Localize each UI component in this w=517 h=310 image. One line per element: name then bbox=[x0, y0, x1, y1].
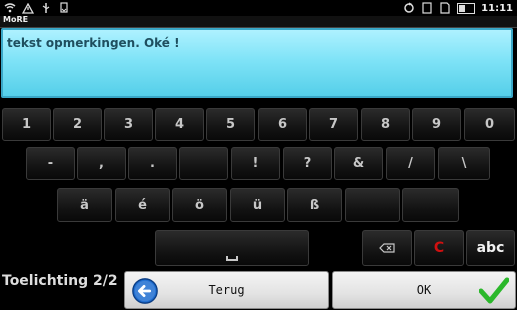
status-left bbox=[4, 1, 70, 15]
key-exclamation[interactable]: ! bbox=[231, 147, 280, 180]
back-button[interactable]: Terug bbox=[124, 271, 329, 309]
key-e-acute[interactable]: é bbox=[115, 188, 170, 222]
key-5[interactable]: 5 bbox=[206, 108, 255, 141]
bottom-bar: Toelichting 2/2 Terug OK bbox=[0, 268, 517, 310]
abc-mode-key[interactable]: abc bbox=[466, 230, 515, 266]
keyboard: 1 2 3 4 5 6 7 8 9 0 - , . ! ? & / \ ä é … bbox=[0, 102, 517, 268]
key-slash[interactable]: / bbox=[386, 147, 435, 180]
key-ampersand[interactable]: & bbox=[334, 147, 383, 180]
key-blank-row3-a[interactable] bbox=[345, 188, 400, 222]
toelichting-label: Toelichting 2/2 bbox=[2, 273, 118, 289]
key-0[interactable]: 0 bbox=[464, 108, 515, 141]
space-icon bbox=[226, 256, 238, 261]
checkmark-icon bbox=[479, 277, 509, 304]
app-title-bar: MoRE bbox=[0, 15, 517, 28]
key-blank-row3-b[interactable] bbox=[402, 188, 459, 222]
warning-icon bbox=[22, 2, 34, 14]
download-icon bbox=[58, 2, 70, 14]
backspace-key[interactable] bbox=[362, 230, 412, 266]
wifi-icon bbox=[4, 2, 16, 14]
usb-icon bbox=[40, 2, 52, 14]
key-1[interactable]: 1 bbox=[2, 108, 51, 141]
status-right: 11:11 bbox=[403, 1, 513, 15]
remark-text: tekst opmerkingen. Oké ! bbox=[7, 36, 180, 50]
ok-button[interactable]: OK bbox=[332, 271, 516, 309]
screen-icon bbox=[421, 2, 433, 14]
key-blank-row2[interactable] bbox=[179, 147, 228, 180]
app-title: MoRE bbox=[3, 15, 29, 24]
key-8[interactable]: 8 bbox=[361, 108, 410, 141]
key-dash[interactable]: - bbox=[26, 147, 75, 180]
back-arrow-icon bbox=[132, 278, 158, 304]
battery-icon bbox=[457, 2, 476, 14]
key-7[interactable]: 7 bbox=[309, 108, 358, 141]
key-eszett[interactable]: ß bbox=[287, 188, 342, 222]
status-bar: 11:11 bbox=[0, 0, 517, 16]
ok-button-label: OK bbox=[416, 283, 432, 297]
clear-key[interactable]: C bbox=[414, 230, 464, 266]
space-key[interactable] bbox=[155, 230, 309, 266]
key-period[interactable]: . bbox=[128, 147, 177, 180]
key-9[interactable]: 9 bbox=[412, 108, 461, 141]
key-comma[interactable]: , bbox=[77, 147, 126, 180]
key-backslash[interactable]: \ bbox=[438, 147, 490, 180]
sim-icon bbox=[439, 2, 451, 14]
status-time: 11:11 bbox=[481, 2, 513, 14]
key-4[interactable]: 4 bbox=[155, 108, 204, 141]
sync-icon bbox=[403, 2, 415, 14]
remark-text-area[interactable]: tekst opmerkingen. Oké ! bbox=[1, 28, 513, 98]
key-2[interactable]: 2 bbox=[53, 108, 102, 141]
key-6[interactable]: 6 bbox=[258, 108, 307, 141]
key-u-umlaut[interactable]: ü bbox=[230, 188, 285, 222]
backspace-icon bbox=[379, 243, 395, 253]
key-question[interactable]: ? bbox=[283, 147, 332, 180]
key-3[interactable]: 3 bbox=[104, 108, 153, 141]
key-a-umlaut[interactable]: ä bbox=[57, 188, 112, 222]
back-button-label: Terug bbox=[208, 283, 245, 297]
key-o-umlaut[interactable]: ö bbox=[172, 188, 227, 222]
